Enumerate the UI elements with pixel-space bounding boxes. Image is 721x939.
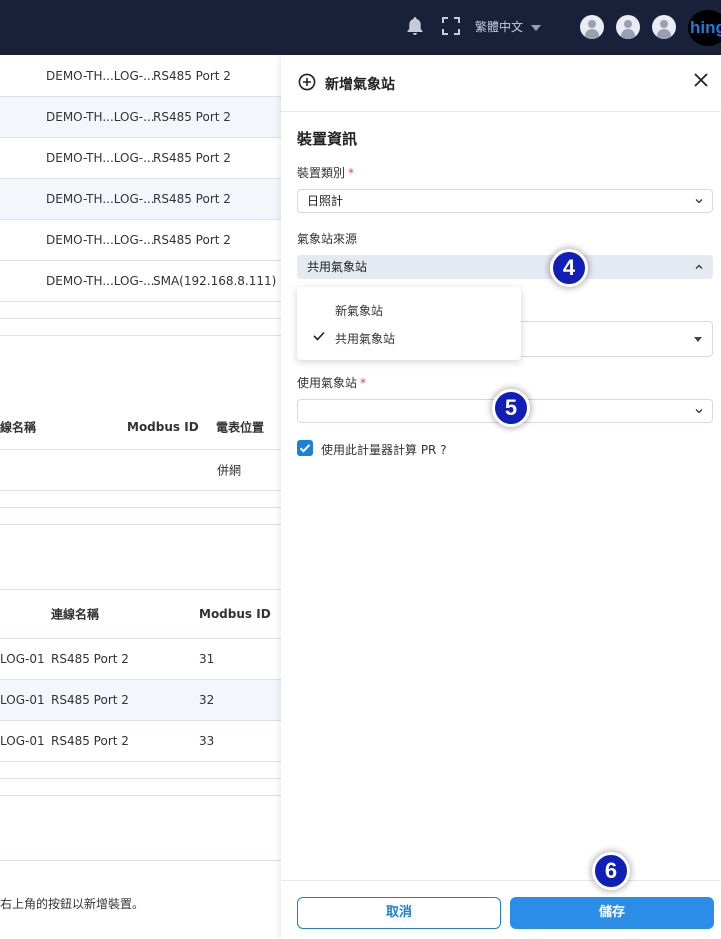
device-cell: LOG-01 <box>0 652 45 666</box>
drawer-header: 新增氣象站 <box>281 55 721 112</box>
use-pr-label: 使用此計量器計算 PR ? <box>321 443 447 457</box>
location-cell: 併網 <box>217 463 242 478</box>
drawer-title: 新增氣象站 <box>325 77 395 93</box>
language-label: 繁體中文 <box>475 20 524 34</box>
divider <box>0 860 281 861</box>
caret-down-icon <box>694 337 702 342</box>
station-source-select[interactable]: 共用氣象站 <box>297 255 713 279</box>
table-row: LOG-01 RS485 Port 2 32 <box>0 680 281 721</box>
column-header: 連線名稱 <box>0 420 37 435</box>
cancel-button[interactable]: 取消 <box>297 897 501 929</box>
device-cell: DEMO-TH...LOG-... <box>46 68 155 83</box>
divider <box>0 778 281 779</box>
option-new-station[interactable]: 新氣象站 <box>297 295 521 323</box>
modbus-id-cell: 31 <box>199 652 215 666</box>
port-cell: RS485 Port 2 <box>153 233 231 247</box>
check-icon <box>313 331 325 341</box>
chevron-down-icon <box>695 199 703 204</box>
port-cell: RS485 Port 2 <box>153 68 231 83</box>
use-station-label: 使用氣象站 * <box>297 376 367 390</box>
use-pr-checkbox[interactable] <box>297 440 313 456</box>
station-source-label: 氣象站來源 <box>297 232 358 246</box>
step-badge-5: 5 <box>492 389 530 427</box>
modbus-id-cell: 33 <box>199 734 215 748</box>
table-row: DEMO-TH...LOG-... RS485 Port 2 <box>0 138 281 179</box>
device-type-select[interactable]: 日照計 <box>297 189 713 213</box>
divider <box>0 318 281 319</box>
add-circle-icon <box>298 73 316 91</box>
device-cell: LOG-01 <box>0 693 45 707</box>
device-cell: DEMO-TH...LOG-... <box>46 233 155 247</box>
modbus-id-cell: 32 <box>199 693 215 707</box>
device-cell: DEMO-TH...LOG-... <box>46 274 155 288</box>
port-cell: RS485 Port 2 <box>51 734 129 748</box>
brand-logo: hing <box>688 10 721 46</box>
port-cell: RS485 Port 2 <box>153 110 231 124</box>
hint-text: 右上角的按鈕以新增裝置。 <box>0 897 145 911</box>
table-row: DEMO-TH...LOG-... RS485 Port 2 <box>0 220 281 261</box>
port-cell: RS485 Port 2 <box>51 652 129 666</box>
table-header: 連線名稱 Modbus ID <box>0 590 281 639</box>
divider <box>0 335 281 336</box>
table-row: 併網 <box>0 450 281 491</box>
table-row: DEMO-TH...LOG-... RS485 Port 2 <box>0 97 281 138</box>
avatar[interactable] <box>616 15 640 39</box>
step-badge-6: 6 <box>592 852 630 890</box>
device-cell: DEMO-TH...LOG-... <box>46 151 155 165</box>
chevron-up-icon <box>695 264 703 269</box>
divider <box>0 507 281 508</box>
fullscreen-icon[interactable] <box>440 14 462 38</box>
option-shared-station[interactable]: 共用氣象站 <box>297 323 521 351</box>
divider <box>0 795 281 796</box>
section-title: 裝置資訊 <box>297 130 358 148</box>
device-cell: LOG-01 <box>0 734 45 748</box>
language-selector[interactable]: 繁體中文 <box>475 18 542 35</box>
column-header: 連線名稱 <box>51 607 100 622</box>
port-cell: RS485 Port 2 <box>153 151 231 165</box>
chevron-down-icon <box>695 409 703 414</box>
divider <box>0 524 281 525</box>
add-station-drawer: 新增氣象站 裝置資訊 裝置類別 * 日照計 氣象站來源 共用氣象站 新氣象站 共用… <box>281 55 721 939</box>
table-row: DEMO-TH...LOG-... SMA(192.168.8.111) <box>0 261 281 302</box>
device-cell: DEMO-TH...LOG-... <box>46 192 155 206</box>
save-button[interactable]: 儲存 <box>510 897 714 929</box>
bell-icon[interactable] <box>404 14 426 38</box>
caret-down-icon <box>531 24 542 31</box>
step-badge-4: 4 <box>550 249 588 287</box>
table-row: LOG-01 RS485 Port 2 33 <box>0 721 281 762</box>
background-content: DEMO-TH...LOG-... RS485 Port 2 DEMO-TH..… <box>0 55 281 939</box>
check-icon <box>299 444 311 453</box>
table-row: DEMO-TH...LOG-... RS485 Port 2 <box>0 179 281 220</box>
drawer-footer: 取消 儲存 <box>281 880 721 939</box>
avatar[interactable] <box>652 15 676 39</box>
table-row: DEMO-TH...LOG-... RS485 Port 2 <box>0 55 281 97</box>
station-source-dropdown: 新氣象站 共用氣象站 <box>297 287 521 360</box>
column-header: Modbus ID <box>127 420 199 434</box>
device-type-label: 裝置類別 * <box>297 166 355 180</box>
port-cell: RS485 Port 2 <box>51 693 129 707</box>
avatar[interactable] <box>580 15 604 39</box>
port-cell: RS485 Port 2 <box>153 192 231 206</box>
port-cell: SMA(192.168.8.111) <box>153 274 277 288</box>
close-icon[interactable] <box>691 70 711 90</box>
table-row: LOG-01 RS485 Port 2 31 <box>0 639 281 680</box>
column-header: Modbus ID <box>199 607 271 621</box>
device-cell: DEMO-TH...LOG-... <box>46 110 155 124</box>
table-header: 連線名稱 Modbus ID 電表位置 <box>0 405 281 450</box>
column-header: 電表位置 <box>216 420 265 435</box>
top-bar: 繁體中文 hing <box>0 0 721 55</box>
